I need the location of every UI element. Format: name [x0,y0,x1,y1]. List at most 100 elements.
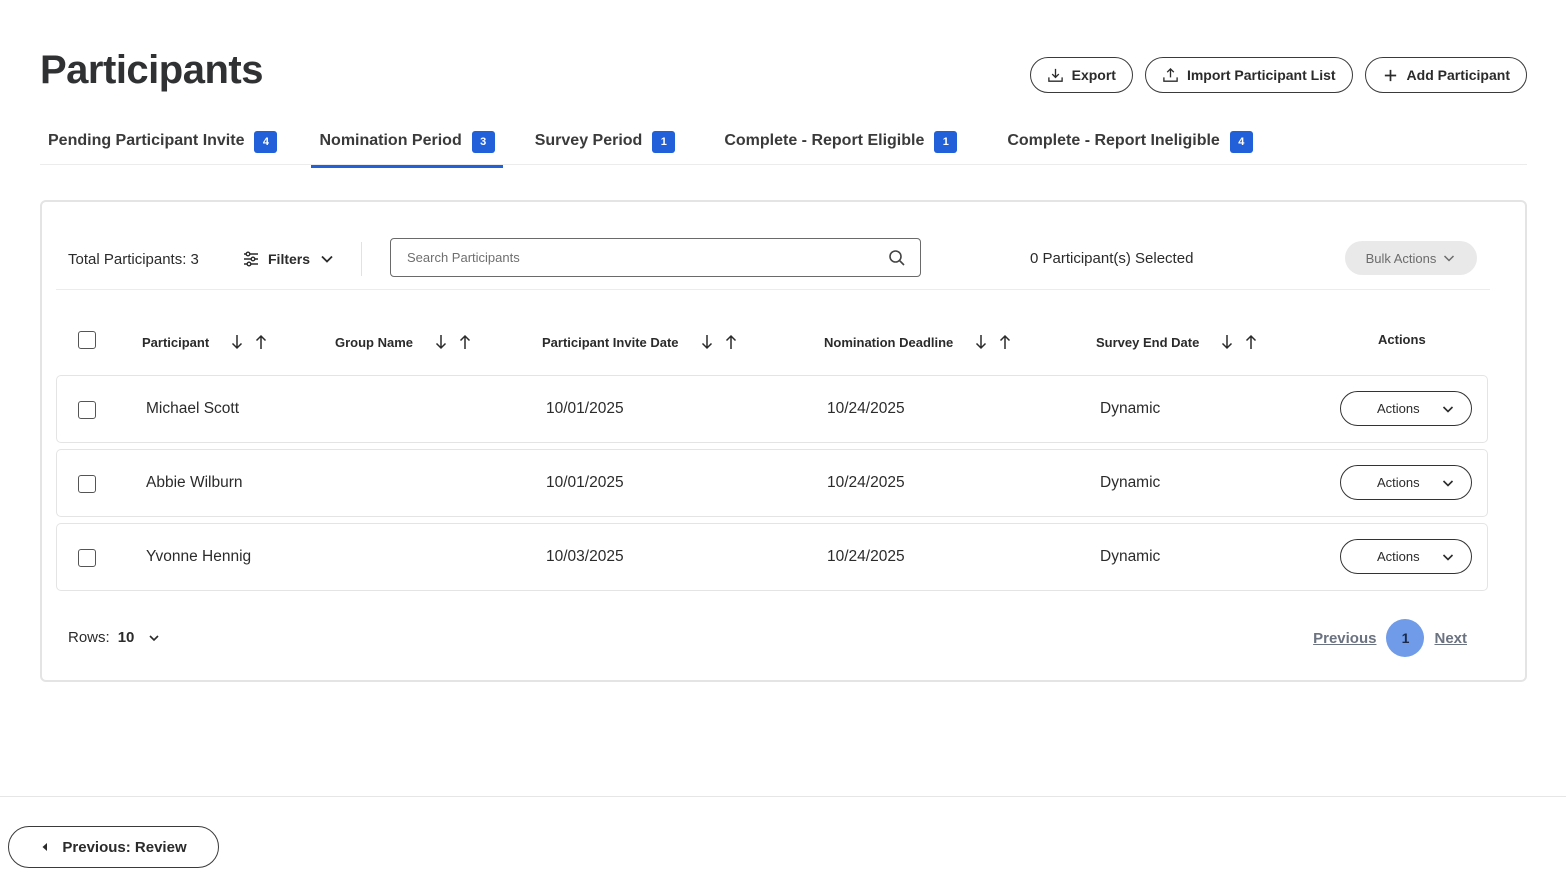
column-header-participant: Participant [142,332,271,352]
tab-complete-report-ineligible[interactable]: Complete - Report Ineligible 4 [999,120,1260,165]
export-label: Export [1071,67,1116,83]
sort-descending-icon[interactable] [227,332,247,352]
column-header-survey-end-date: Survey End Date [1096,332,1261,352]
column-label: Survey End Date [1096,334,1200,350]
previous-page-link[interactable]: Previous [1313,630,1376,647]
tab-label: Complete - Report Ineligible [1007,132,1220,149]
sort-ascending-icon[interactable] [455,332,475,352]
tab-label: Survey Period [534,132,643,149]
pagination: Previous 1 Next [1313,619,1467,657]
filters-label: Filters [268,251,311,267]
rows-label: Rows: [68,629,110,646]
previous-review-button[interactable]: Previous: Review [8,826,219,868]
row-actions-label: Actions [1377,549,1420,564]
table-row: Abbie Wilburn 10/01/2025 10/24/2025 Dyna… [56,449,1488,517]
search-icon[interactable] [888,249,906,267]
count-badge: 1 [652,131,676,153]
tab-survey-period[interactable]: Survey Period 1 [527,120,684,165]
page-title: Participants [40,48,263,92]
download-icon [1047,68,1063,82]
row-checkbox[interactable] [78,549,96,567]
sort-controls [1217,332,1261,352]
row-actions-dropdown[interactable]: Actions [1340,465,1472,500]
column-label: Participant [142,334,210,350]
page-number-button[interactable]: 1 [1386,619,1425,657]
column-label: Nomination Deadline [824,334,954,350]
divider [361,242,362,276]
footer-divider [0,796,1566,797]
table-toolbar: Total Participants: 3 Filters 0 Particip… [56,238,1490,290]
invite-date: 10/01/2025 [546,474,624,491]
header-actions: Export Import Participant List Add Parti… [1029,57,1527,93]
column-label: Group Name [335,334,414,350]
chevron-down-icon [1442,553,1454,561]
chevron-down-icon [321,255,333,263]
select-all-checkbox[interactable] [78,331,96,349]
status-tabs: Pending Participant Invite 4 Nomination … [40,120,1527,168]
tab-pending-participant-invite[interactable]: Pending Participant Invite 4 [40,120,285,165]
row-actions-label: Actions [1377,401,1420,416]
nomination-deadline: 10/24/2025 [827,400,905,417]
row-checkbox[interactable] [78,475,96,493]
sort-ascending-icon[interactable] [721,332,741,352]
column-header-nomination-deadline: Nomination Deadline [824,332,1015,352]
bulk-actions-button[interactable]: Bulk Actions [1345,241,1477,275]
chevron-down-icon [1442,479,1454,487]
sort-descending-icon[interactable] [697,332,717,352]
participants-card: Total Participants: 3 Filters 0 Particip… [40,200,1527,682]
rows-per-page-select[interactable]: Rows: 10 [68,629,160,646]
table-row: Michael Scott 10/01/2025 10/24/2025 Dyna… [56,375,1488,443]
previous-review-label: Previous: Review [62,838,187,856]
sort-descending-icon[interactable] [971,332,991,352]
participant-name: Abbie Wilburn [146,474,243,491]
search-input[interactable] [407,250,888,265]
sort-descending-icon[interactable] [431,332,451,352]
sort-controls [971,332,1015,352]
chevron-down-icon [1444,255,1455,262]
export-button[interactable]: Export [1029,57,1133,93]
table-header: Participant Group Name Participant Invit… [56,322,1488,358]
bulk-actions-label: Bulk Actions [1365,250,1437,266]
filters-button[interactable]: Filters [242,247,336,271]
participant-name: Michael Scott [146,400,240,417]
column-header-group-name: Group Name [335,332,475,352]
row-actions-dropdown[interactable]: Actions [1340,539,1472,574]
sort-ascending-icon[interactable] [995,332,1015,352]
sort-ascending-icon[interactable] [1241,332,1261,352]
selected-count: 0 Participant(s) Selected [1030,250,1194,267]
upload-icon [1163,67,1178,82]
invite-date: 10/01/2025 [546,400,624,417]
search-box [390,238,921,277]
sort-ascending-icon[interactable] [251,332,271,352]
row-actions-dropdown[interactable]: Actions [1340,391,1472,426]
caret-left-icon [42,843,48,851]
column-label: Participant Invite Date [542,334,679,350]
sliders-icon [244,251,258,267]
survey-end-date: Dynamic [1100,474,1161,491]
total-participants: Total Participants: 3 [68,251,199,268]
participant-name: Yvonne Hennig [146,548,252,565]
tab-label: Complete - Report Eligible [724,132,925,149]
plus-icon [1384,69,1396,81]
column-header-actions: Actions [1378,332,1426,347]
sort-controls [227,332,271,352]
rows-value: 10 [117,629,135,646]
tab-nomination-period[interactable]: Nomination Period 3 [311,120,503,168]
column-header-participant-invite-date: Participant Invite Date [542,332,741,352]
chevron-down-icon [1442,405,1454,413]
import-participant-list-button[interactable]: Import Participant List [1144,57,1353,93]
nomination-deadline: 10/24/2025 [827,474,905,491]
count-badge: 3 [471,131,495,153]
count-badge: 4 [254,131,278,153]
add-label: Add Participant [1406,67,1510,83]
sort-controls [697,332,741,352]
survey-end-date: Dynamic [1100,548,1161,565]
column-label: Actions [1378,332,1426,347]
sort-descending-icon[interactable] [1217,332,1237,352]
add-participant-button[interactable]: Add Participant [1364,57,1527,93]
row-checkbox[interactable] [78,401,96,419]
tab-complete-report-eligible[interactable]: Complete - Report Eligible 1 [716,120,965,165]
nomination-deadline: 10/24/2025 [827,548,905,565]
next-page-link[interactable]: Next [1434,630,1467,647]
invite-date: 10/03/2025 [546,548,624,565]
